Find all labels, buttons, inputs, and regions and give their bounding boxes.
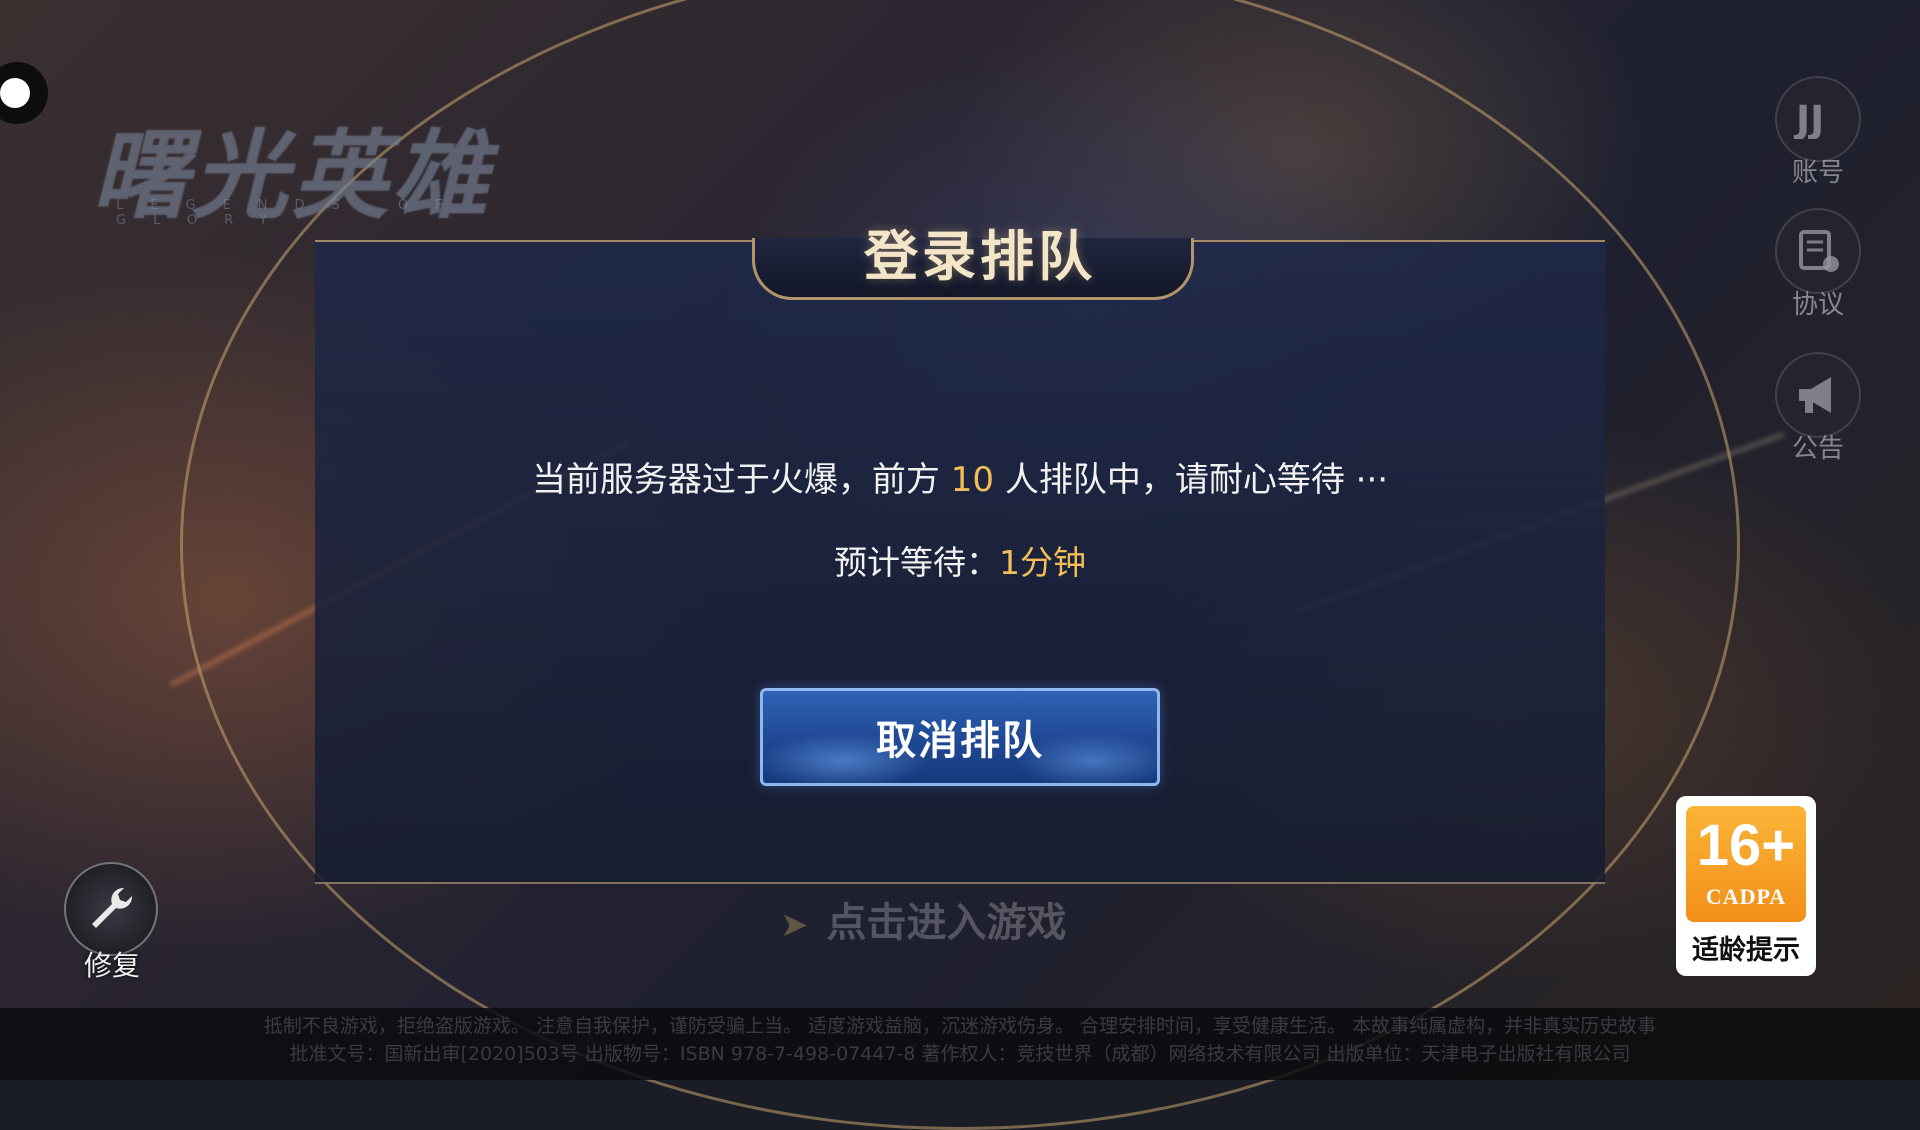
agreement-icon xyxy=(1775,208,1861,294)
dialog-title: 登录排队 xyxy=(864,225,1096,288)
account-label: 账号 xyxy=(1791,158,1844,188)
notice-label: 公告 xyxy=(1791,434,1844,464)
floating-dot-icon xyxy=(0,78,30,108)
agreement-button[interactable]: 协议 xyxy=(1773,208,1863,321)
age-rating-org: CADPA xyxy=(1705,884,1787,909)
enter-game-button[interactable]: ➤ 点击进入游戏 xyxy=(780,890,1160,948)
notice-button[interactable]: 公告 xyxy=(1773,352,1863,465)
age-rating-badge[interactable]: 16+ CADPA 适龄提示 xyxy=(1676,796,1816,976)
cancel-queue-button[interactable]: 取消排队 xyxy=(760,688,1160,786)
wait-value: 1分钟 xyxy=(999,543,1086,582)
age-rating-label: 适龄提示 xyxy=(1692,935,1800,966)
enter-game-label: 点击进入游戏 xyxy=(826,900,1067,946)
legal-notice-line-2: 批准文号：国新出审[2020]503号 出版物号：ISBN 978-7-498-… xyxy=(289,1043,1631,1065)
svg-text:JJ: JJ xyxy=(1793,99,1824,139)
chevron-right-icon: ➤ xyxy=(780,905,809,945)
queue-message-prefix: 当前服务器过于火爆，前方 xyxy=(531,460,951,500)
age-rating-number: 16+ xyxy=(1696,813,1796,878)
logo-subtitle: LEGENDS OF GLORY xyxy=(116,198,470,228)
game-logo: 曙光英雄 LEGENDS OF GLORY xyxy=(92,98,592,232)
wrench-icon xyxy=(64,862,158,956)
agreement-label: 协议 xyxy=(1791,290,1844,320)
queue-message-suffix: 人排队中，请耐心等待 ··· xyxy=(994,460,1389,500)
queue-count: 10 xyxy=(950,460,995,500)
account-button[interactable]: JJ 账号 xyxy=(1773,76,1863,189)
age-rating-panel: 16+ CADPA xyxy=(1686,806,1806,922)
wait-label: 预计等待： xyxy=(834,543,999,582)
legal-notice-line-1: 抵制不良游戏，拒绝盗版游戏。 注意自我保护，谨防受骗上当。 适度游戏益脑，沉迷游… xyxy=(263,1015,1657,1037)
repair-button[interactable]: 修复 xyxy=(64,862,160,984)
account-icon: JJ xyxy=(1775,76,1861,162)
queue-message: 当前服务器过于火爆，前方 10 人排队中，请耐心等待 ··· xyxy=(315,452,1605,501)
megaphone-icon xyxy=(1775,352,1861,438)
repair-label: 修复 xyxy=(83,949,140,982)
cancel-queue-label: 取消排队 xyxy=(876,718,1044,764)
estimated-wait: 预计等待：1分钟 xyxy=(315,536,1605,584)
